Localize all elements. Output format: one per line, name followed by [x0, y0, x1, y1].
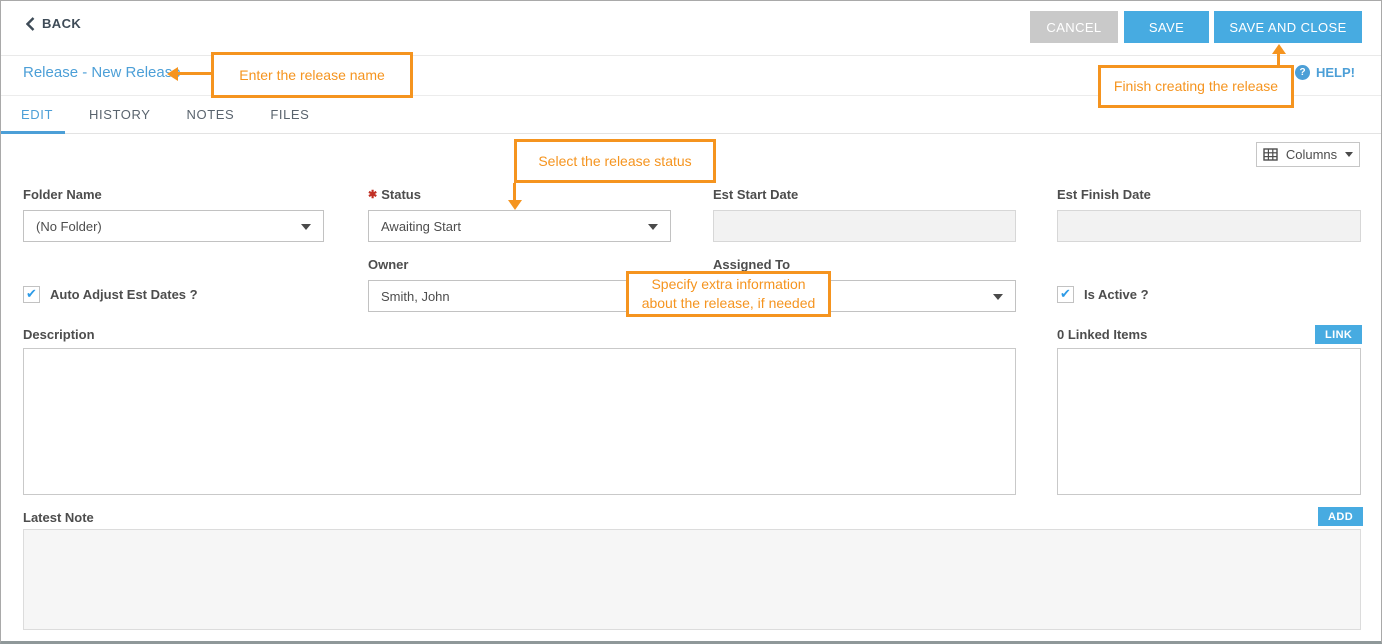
arrow-up-icon [1272, 44, 1286, 54]
grid-icon [1263, 148, 1278, 161]
owner-value: Smith, John [381, 289, 450, 304]
back-button[interactable]: BACK [26, 16, 81, 31]
add-note-button[interactable]: ADD [1318, 507, 1363, 526]
tab-edit[interactable]: EDIT [21, 107, 53, 122]
link-button[interactable]: LINK [1315, 325, 1362, 344]
chevron-down-icon [993, 294, 1003, 300]
help-label: HELP! [1316, 65, 1355, 80]
folder-name-label: Folder Name [23, 187, 102, 202]
tab-files[interactable]: FILES [270, 107, 309, 122]
checkbox-checked-icon[interactable] [23, 286, 40, 303]
latest-note-panel [23, 529, 1361, 630]
arrow-down-icon [508, 200, 522, 210]
status-select[interactable]: Awaiting Start [368, 210, 671, 242]
latest-note-label: Latest Note [23, 510, 94, 525]
chevron-down-icon [648, 224, 658, 230]
checkbox-checked-icon[interactable] [1057, 286, 1074, 303]
annotation-arrow-line [513, 183, 516, 200]
help-icon: ? [1295, 65, 1310, 80]
est-start-date-label: Est Start Date [713, 187, 798, 202]
description-textarea[interactable] [23, 348, 1016, 495]
est-start-date-input[interactable] [713, 210, 1016, 242]
annotation-arrow-line [178, 72, 211, 75]
is-active-checkbox-row[interactable]: Is Active ? [1057, 286, 1149, 303]
est-finish-date-label: Est Finish Date [1057, 187, 1151, 202]
auto-adjust-label: Auto Adjust Est Dates ? [50, 287, 198, 302]
annotation-finish-release: Finish creating the release [1098, 65, 1294, 108]
annotation-arrow-line [1277, 53, 1280, 65]
description-label: Description [23, 327, 95, 342]
help-link[interactable]: ? HELP! [1295, 65, 1355, 80]
release-edit-page: BACK CANCEL SAVE SAVE AND CLOSE Release … [0, 0, 1382, 644]
save-button[interactable]: SAVE [1124, 11, 1209, 43]
est-finish-date-input[interactable] [1057, 210, 1361, 242]
columns-label: Columns [1286, 147, 1337, 162]
back-chevron-icon [26, 17, 35, 31]
columns-button[interactable]: Columns [1256, 142, 1360, 167]
required-marker: ✱ [368, 189, 377, 201]
linked-items-panel [1057, 348, 1361, 495]
status-value: Awaiting Start [381, 219, 461, 234]
top-bar: BACK CANCEL SAVE SAVE AND CLOSE [1, 1, 1381, 56]
auto-adjust-checkbox-row[interactable]: Auto Adjust Est Dates ? [23, 286, 198, 303]
back-label: BACK [42, 16, 81, 31]
status-label: ✱Status [368, 187, 421, 202]
chevron-down-icon [301, 224, 311, 230]
folder-name-select[interactable]: (No Folder) [23, 210, 324, 242]
edit-panel: Columns Folder Name ✱Status Est Start Da… [1, 134, 1381, 644]
annotation-extra-info: Specify extra information about the rele… [626, 271, 831, 317]
annotation-select-status: Select the release status [514, 139, 716, 183]
tab-history[interactable]: HISTORY [89, 107, 151, 122]
arrow-left-icon [167, 67, 178, 81]
chevron-down-icon [1345, 152, 1353, 157]
cancel-button[interactable]: CANCEL [1030, 11, 1118, 43]
save-and-close-button[interactable]: SAVE AND CLOSE [1214, 11, 1362, 43]
is-active-label: Is Active ? [1084, 287, 1149, 302]
tab-notes[interactable]: NOTES [187, 107, 235, 122]
annotation-release-name: Enter the release name [211, 52, 413, 98]
assigned-to-label: Assigned To [713, 257, 790, 272]
page-title: Release - New Release [23, 64, 181, 81]
linked-items-label: 0 Linked Items [1057, 327, 1147, 342]
folder-name-value: (No Folder) [36, 219, 102, 234]
owner-label: Owner [368, 257, 408, 272]
